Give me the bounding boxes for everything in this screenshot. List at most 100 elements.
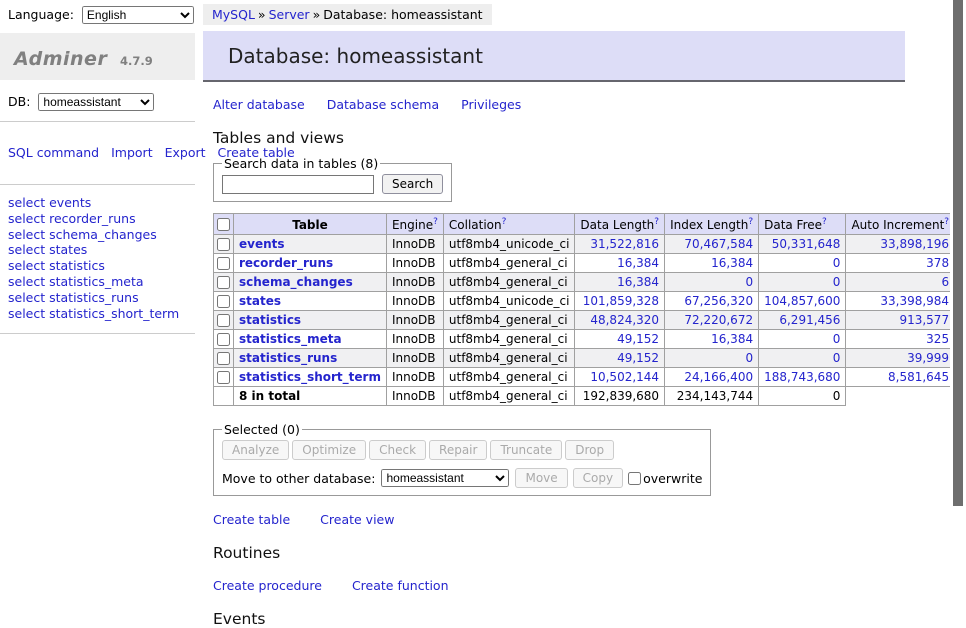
- sidebar-table-list: select eventsselect recorder_runsselect …: [0, 185, 195, 333]
- row-checkbox-cell: [214, 311, 234, 330]
- search-input[interactable]: [222, 175, 374, 194]
- language-select[interactable]: English: [82, 6, 194, 24]
- row-checkbox[interactable]: [217, 257, 230, 270]
- select-all-checkbox[interactable]: [217, 218, 230, 231]
- sidebar-action-link[interactable]: Import: [111, 145, 153, 160]
- routine-create-link[interactable]: Create function: [352, 578, 449, 593]
- table-name-link[interactable]: statistics_runs: [239, 351, 337, 365]
- selected-action-button[interactable]: Truncate: [490, 440, 562, 460]
- row-checkbox-cell: [214, 273, 234, 292]
- selected-action-button[interactable]: Optimize: [292, 440, 366, 460]
- column-help-link[interactable]: ?: [944, 217, 949, 227]
- overwrite-label: overwrite: [643, 471, 702, 486]
- breadcrumb-mysql-link[interactable]: MySQL: [212, 7, 255, 22]
- table-name-link[interactable]: statistics_meta: [239, 332, 342, 346]
- tables-and-views-heading: Tables and views: [213, 129, 905, 147]
- database-action-link[interactable]: Alter database: [213, 97, 305, 112]
- vertical-scrollbar-track[interactable]: [950, 0, 966, 543]
- data-free-cell: 0: [759, 330, 846, 349]
- collation-cell: utf8mb4_general_ci: [443, 330, 575, 349]
- selected-action-button[interactable]: Analyze: [222, 440, 289, 460]
- data-free-cell: 0: [759, 349, 846, 368]
- table-name-link[interactable]: events: [239, 237, 285, 251]
- breadcrumb-separator: »: [313, 7, 321, 22]
- sidebar-select-table-link[interactable]: select statistics: [8, 258, 105, 273]
- create-link[interactable]: Create view: [320, 512, 394, 527]
- column-help-link[interactable]: ?: [502, 217, 507, 227]
- table-row: statistics_runsInnoDButf8mb4_general_ci4…: [214, 349, 966, 368]
- language-label: Language:: [8, 7, 74, 22]
- row-checkbox-cell: [214, 349, 234, 368]
- engine-cell: InnoDB: [386, 292, 443, 311]
- db-select[interactable]: homeassistant: [38, 93, 154, 111]
- overwrite-checkbox[interactable]: [628, 472, 641, 485]
- row-checkbox[interactable]: [217, 314, 230, 327]
- sidebar-select-table-link[interactable]: select schema_changes: [8, 227, 157, 242]
- column-help-link[interactable]: ?: [433, 217, 438, 227]
- table-name-link[interactable]: schema_changes: [239, 275, 353, 289]
- selected-action-button[interactable]: Drop: [565, 440, 614, 460]
- create-link[interactable]: Create table: [213, 512, 290, 527]
- totals-row: 8 in total InnoDB utf8mb4_general_ci 192…: [214, 387, 966, 406]
- data-length-cell: 49,152: [575, 349, 665, 368]
- vertical-scrollbar-thumb[interactable]: [953, 0, 963, 506]
- database-action-link[interactable]: Privileges: [461, 97, 521, 112]
- sidebar-select-table-link[interactable]: select recorder_runs: [8, 211, 136, 226]
- column-header-label: Auto Increment: [851, 218, 944, 232]
- sidebar-select-table-link[interactable]: select statistics_runs: [8, 290, 139, 305]
- engine-cell: InnoDB: [386, 254, 443, 273]
- table-row: statesInnoDButf8mb4_unicode_ci101,859,32…: [214, 292, 966, 311]
- search-button[interactable]: Search: [382, 174, 443, 194]
- logo-version[interactable]: 4.7.9: [120, 54, 153, 68]
- data-free-cell: 0: [759, 273, 846, 292]
- sidebar-select-table-link[interactable]: select statistics_short_term: [8, 306, 179, 321]
- table-name-link[interactable]: statistics_short_term: [239, 370, 381, 384]
- db-label: DB:: [8, 94, 30, 109]
- index-length-cell: 0: [665, 273, 759, 292]
- row-checkbox[interactable]: [217, 295, 230, 308]
- row-checkbox-cell: [214, 330, 234, 349]
- sidebar-select-table-link[interactable]: select statistics_meta: [8, 274, 144, 289]
- row-checkbox[interactable]: [217, 333, 230, 346]
- engine-cell: InnoDB: [386, 330, 443, 349]
- row-checkbox[interactable]: [217, 238, 230, 251]
- table-header-row: TableEngine?Collation?Data Length?Index …: [214, 214, 966, 235]
- auto-increment-cell: 378: [846, 254, 955, 273]
- selected-action-button[interactable]: Repair: [429, 440, 487, 460]
- table-name-cell: events: [234, 235, 387, 254]
- table-name-cell: statistics_meta: [234, 330, 387, 349]
- column-help-link[interactable]: ?: [822, 217, 827, 227]
- table-name-link[interactable]: states: [239, 294, 281, 308]
- search-fieldset: Search data in tables (8) Search: [213, 156, 452, 202]
- row-checkbox[interactable]: [217, 276, 230, 289]
- page-title: Database: homeassistant: [203, 31, 905, 82]
- engine-cell: InnoDB: [386, 235, 443, 254]
- column-help-link[interactable]: ?: [748, 217, 753, 227]
- data-length-cell: 49,152: [575, 330, 665, 349]
- sidebar-action-link[interactable]: SQL command: [8, 145, 99, 160]
- selected-action-button[interactable]: Check: [369, 440, 426, 460]
- create-links: Create table Create view: [213, 512, 905, 527]
- table-name-link[interactable]: statistics: [239, 313, 301, 327]
- column-help-link[interactable]: ?: [654, 217, 659, 227]
- row-checkbox[interactable]: [217, 371, 230, 384]
- move-button[interactable]: Move: [515, 468, 567, 488]
- overwrite-label-wrap: overwrite: [628, 471, 702, 486]
- database-action-link[interactable]: Database schema: [327, 97, 439, 112]
- data-length-cell: 16,384: [575, 273, 665, 292]
- table-name-link[interactable]: recorder_runs: [239, 256, 333, 270]
- row-checkbox[interactable]: [217, 352, 230, 365]
- routine-create-link[interactable]: Create procedure: [213, 578, 322, 593]
- copy-button[interactable]: Copy: [573, 468, 623, 488]
- table-row: statistics_meta InnoDButf8mb4_general_ci4…: [214, 330, 966, 349]
- collation-cell: utf8mb4_general_ci: [443, 254, 575, 273]
- move-database-select[interactable]: homeassistant: [381, 469, 509, 487]
- table-name-cell: schema_changes: [234, 273, 387, 292]
- sidebar-select-table-link[interactable]: select events: [8, 195, 91, 210]
- sidebar-select-table-link[interactable]: select states: [8, 242, 87, 257]
- index-length-cell: 0: [665, 349, 759, 368]
- collation-cell: utf8mb4_general_ci: [443, 273, 575, 292]
- column-header-label: Collation: [449, 218, 502, 232]
- sidebar-action-link[interactable]: Export: [165, 145, 206, 160]
- breadcrumb-server-link[interactable]: Server: [269, 7, 310, 22]
